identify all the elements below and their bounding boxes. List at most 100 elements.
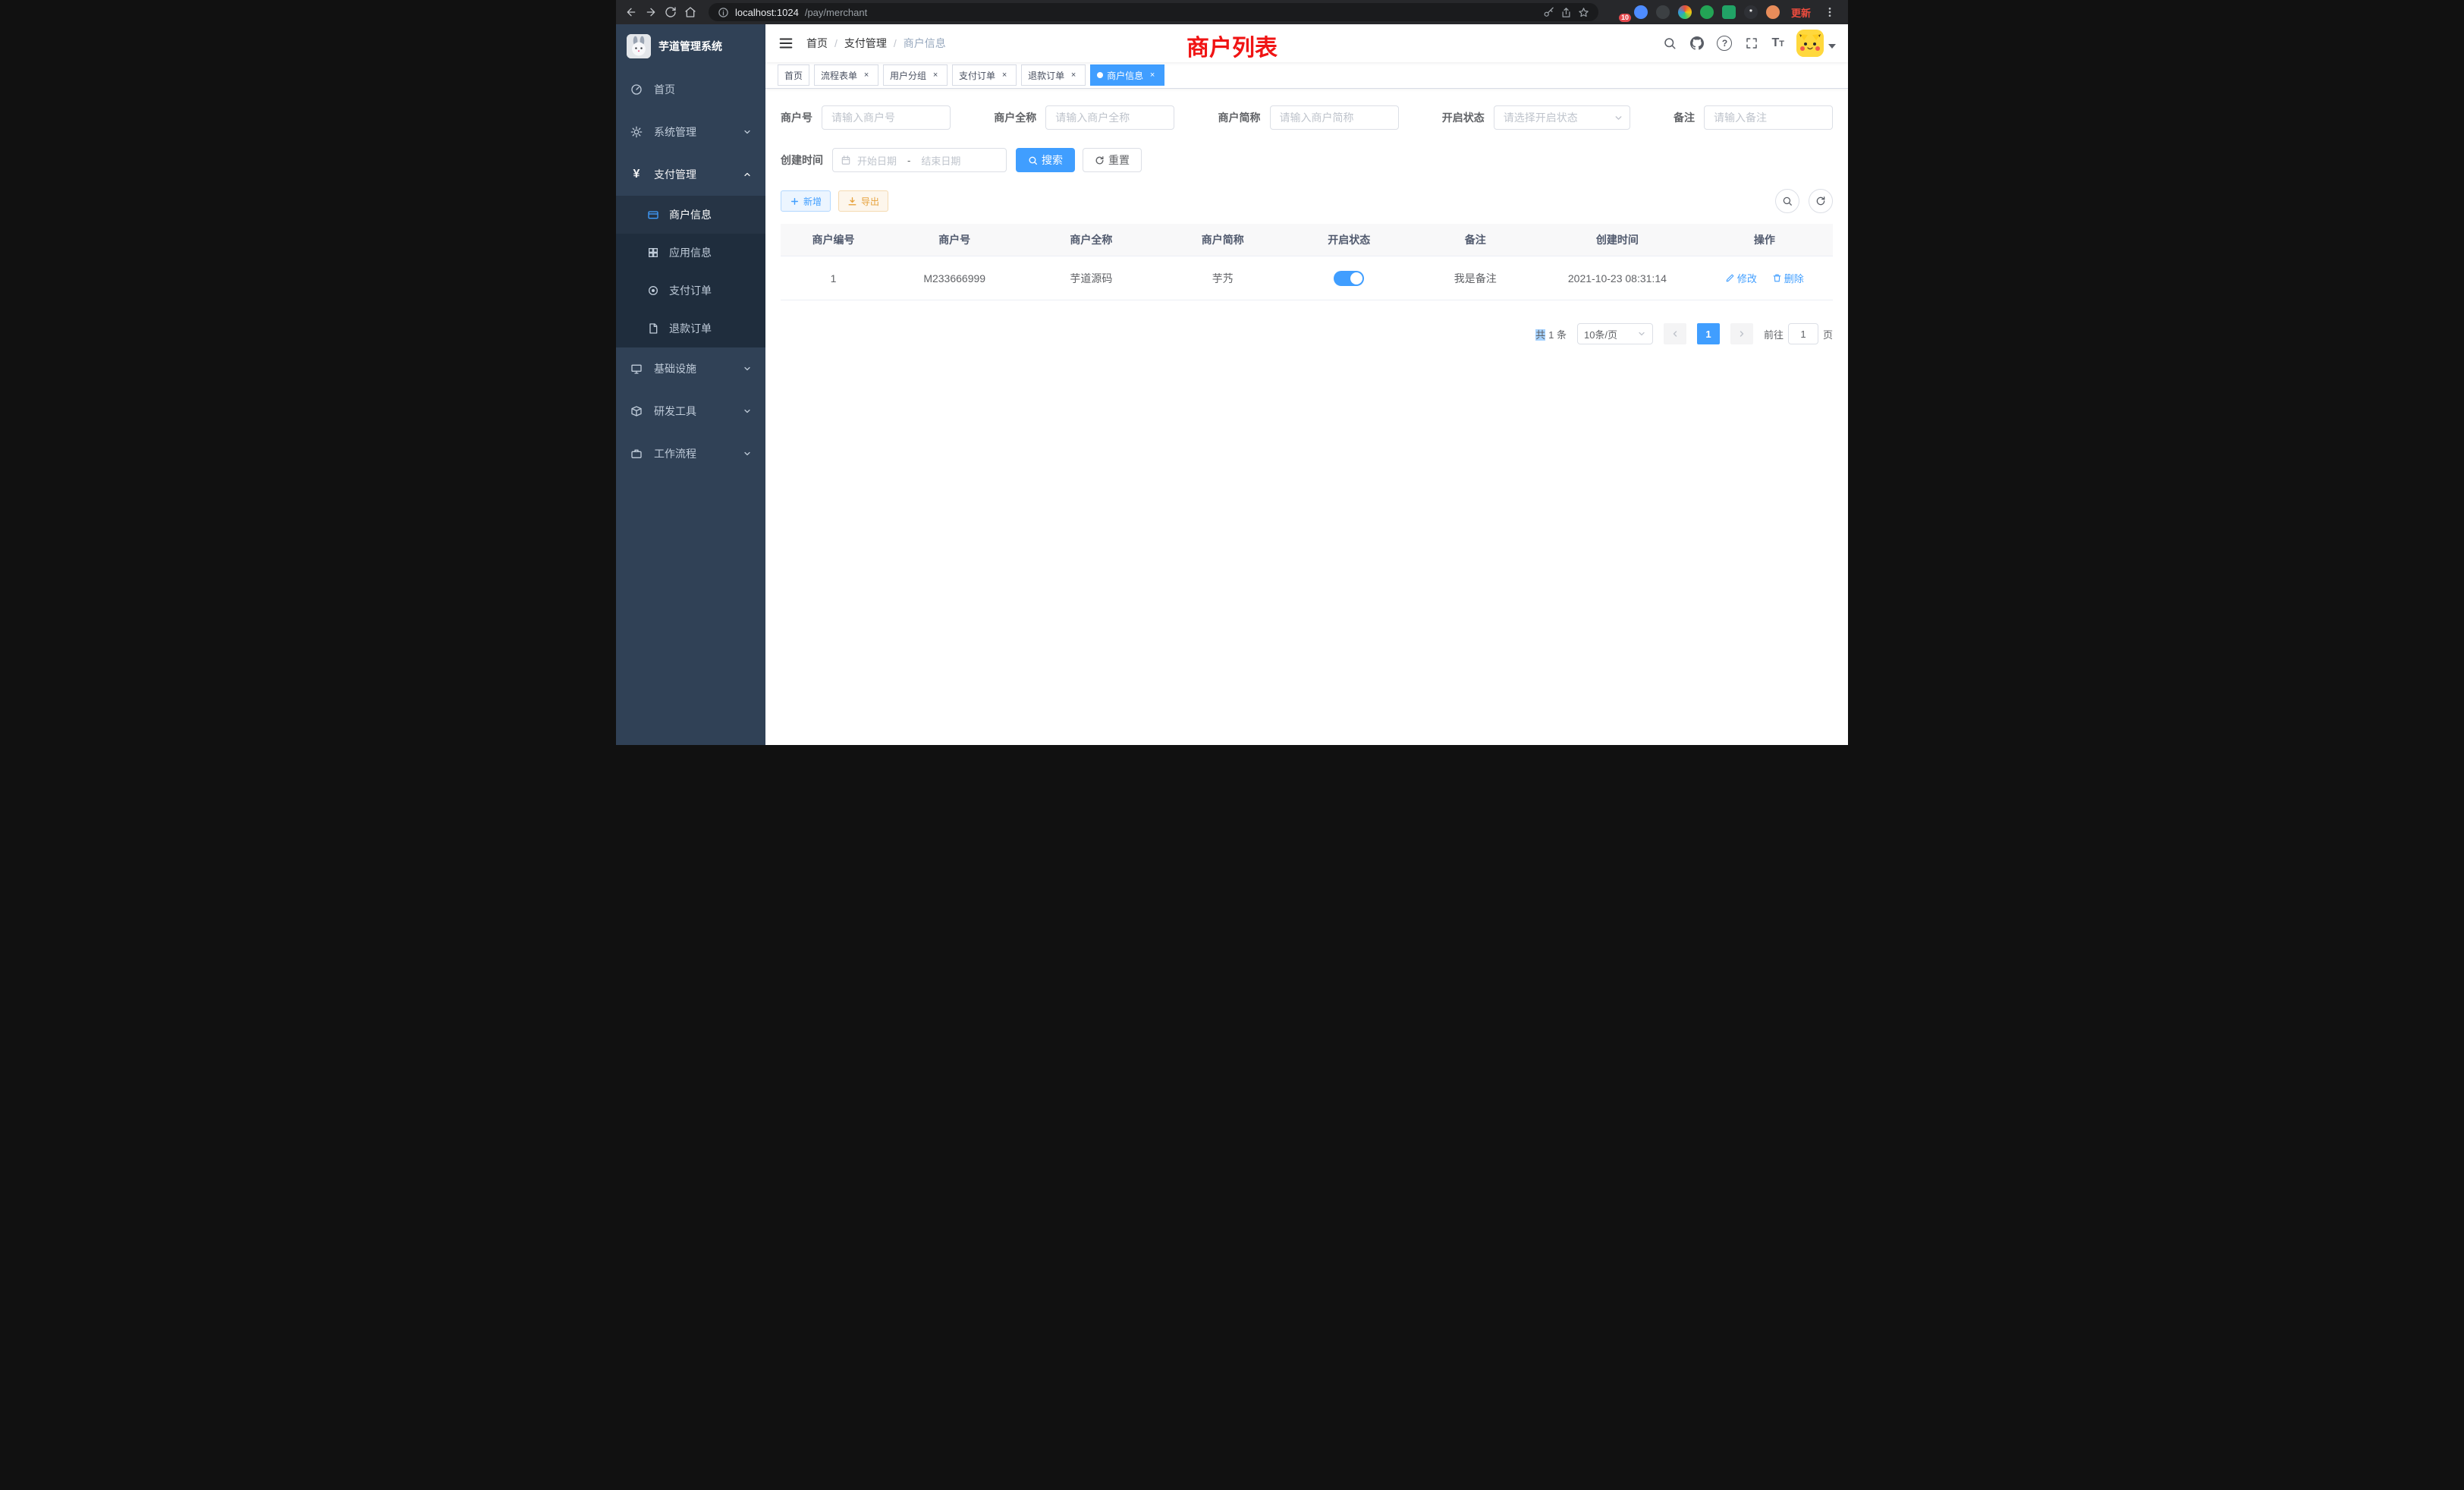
app-title: 芋道管理系统: [658, 39, 722, 54]
fullscreen-icon[interactable]: [1744, 36, 1759, 51]
merchant-no-label: 商户号: [781, 110, 812, 125]
date-separator: -: [903, 155, 915, 166]
breadcrumb: 首页 / 支付管理 / 商户信息: [806, 36, 946, 51]
content: 商户号 商户全称 商户简称 开启状态 请选择开启状态: [765, 89, 1848, 745]
search-form-row-1: 商户号 商户全称 商户简称 开启状态 请选择开启状态: [781, 105, 1833, 130]
extension-dark-icon[interactable]: [1656, 5, 1670, 19]
extension-grid-icon[interactable]: 10: [1612, 5, 1626, 19]
export-button[interactable]: 导出: [838, 190, 888, 212]
refresh-icon[interactable]: [1809, 189, 1833, 213]
tab-user-group[interactable]: 用户分组: [883, 64, 948, 86]
breadcrumb-payment[interactable]: 支付管理: [844, 36, 887, 51]
share-icon[interactable]: [1560, 7, 1572, 18]
chevron-down-icon: [1614, 113, 1623, 123]
merchant-no-input[interactable]: [822, 105, 951, 130]
breadcrumb-current: 商户信息: [904, 36, 946, 51]
cell-short-name: 芋艿: [1160, 256, 1287, 300]
date-range-picker[interactable]: 开始日期 - 结束日期: [832, 148, 1007, 172]
pagination-total: 共1 条: [1535, 327, 1567, 341]
browser-update-button[interactable]: 更新: [1788, 5, 1814, 20]
sidebar-item-home[interactable]: 首页: [616, 68, 765, 111]
pagination-jumper: 前往 页: [1764, 323, 1833, 344]
merchant-shortname-input[interactable]: [1270, 105, 1399, 130]
close-icon[interactable]: [930, 70, 941, 80]
page-number-button[interactable]: 1: [1697, 323, 1720, 344]
prev-page-button[interactable]: [1664, 323, 1686, 344]
sidebar-item-system[interactable]: 系统管理: [616, 111, 765, 153]
url-path: /pay/merchant: [805, 7, 867, 18]
logo-avatar-icon: [627, 34, 651, 58]
page-size-select[interactable]: 10条/页: [1577, 323, 1653, 344]
breadcrumb-home[interactable]: 首页: [806, 36, 828, 51]
hamburger-icon[interactable]: [778, 35, 794, 52]
goto-page-input[interactable]: [1788, 323, 1818, 344]
browser-forward-icon[interactable]: [643, 5, 658, 20]
grid-icon: [646, 246, 660, 259]
user-avatar-menu[interactable]: [1796, 30, 1836, 57]
extension-green-icon[interactable]: [1700, 5, 1714, 19]
status-select[interactable]: 请选择开启状态: [1494, 105, 1630, 130]
merchant-fullname-input[interactable]: [1045, 105, 1174, 130]
search-icon[interactable]: [1662, 36, 1677, 51]
app: 芋道管理系统 首页 系统管理: [616, 24, 1848, 745]
sidebar-item-dev-tools[interactable]: 研发工具: [616, 390, 765, 432]
navbar-actions: [1662, 30, 1836, 57]
col-remark: 备注: [1413, 224, 1539, 256]
delete-button[interactable]: 删除: [1772, 271, 1804, 285]
edit-button[interactable]: 修改: [1725, 271, 1757, 285]
site-info-icon[interactable]: [718, 7, 729, 18]
address-bar[interactable]: localhost:1024/pay/merchant: [709, 3, 1598, 21]
bookmark-star-icon[interactable]: [1578, 7, 1589, 18]
extension-pinwheel-icon[interactable]: *: [1744, 5, 1758, 19]
password-key-icon[interactable]: [1543, 7, 1554, 18]
gear-icon: [630, 125, 643, 139]
chevron-down-icon: [743, 449, 752, 458]
next-page-button[interactable]: [1730, 323, 1753, 344]
toggle-search-icon[interactable]: [1775, 189, 1799, 213]
sidebar-item-workflow[interactable]: 工作流程: [616, 432, 765, 475]
sidebar-item-app-info[interactable]: 应用信息: [616, 234, 765, 272]
sidebar-item-infra[interactable]: 基础设施: [616, 347, 765, 390]
tags-view: 首页 流程表单 用户分组 支付订单 退款订单 商户信息: [765, 62, 1848, 89]
tab-refund-order[interactable]: 退款订单: [1021, 64, 1086, 86]
extension-sheet-icon[interactable]: [1722, 5, 1736, 19]
search-button[interactable]: 搜索: [1016, 148, 1075, 172]
sidebar-item-label: 退款订单: [669, 321, 712, 336]
browser-reload-icon[interactable]: [663, 5, 678, 20]
sidebar-item-label: 首页: [654, 82, 675, 97]
help-icon[interactable]: [1717, 36, 1732, 51]
tab-process-form[interactable]: 流程表单: [814, 64, 878, 86]
col-merchant-no: 商户号: [886, 224, 1023, 256]
status-toggle[interactable]: [1334, 271, 1364, 286]
app-logo[interactable]: 芋道管理系统: [616, 24, 765, 68]
extension-color-icon[interactable]: [1678, 5, 1692, 19]
close-icon[interactable]: [861, 70, 872, 80]
extension-avatar-icon[interactable]: [1766, 5, 1780, 19]
close-icon[interactable]: [1147, 70, 1158, 80]
sidebar-item-payment[interactable]: 支付管理: [616, 153, 765, 196]
cell-actions: 修改 删除: [1696, 256, 1833, 300]
tab-home[interactable]: 首页: [778, 64, 809, 86]
close-icon[interactable]: [999, 70, 1010, 80]
sidebar-item-label: 研发工具: [654, 404, 696, 419]
remark-input[interactable]: [1704, 105, 1833, 130]
font-size-icon[interactable]: [1771, 37, 1784, 49]
browser-home-icon[interactable]: [683, 5, 698, 20]
close-icon[interactable]: [1068, 70, 1079, 80]
sidebar-item-pay-order[interactable]: 支付订单: [616, 272, 765, 310]
add-button[interactable]: 新增: [781, 190, 831, 212]
sidebar-item-label: 支付订单: [669, 283, 712, 298]
create-time-label: 创建时间: [781, 152, 823, 168]
sidebar-item-refund-order[interactable]: 退款订单: [616, 310, 765, 347]
extension-drop-icon[interactable]: [1634, 5, 1648, 19]
github-icon[interactable]: [1689, 36, 1705, 51]
reset-button[interactable]: 重置: [1083, 148, 1142, 172]
kebab-menu-icon[interactable]: [1822, 5, 1837, 20]
col-full-name: 商户全称: [1023, 224, 1159, 256]
sidebar-item-merchant-info[interactable]: 商户信息: [616, 196, 765, 234]
chevron-down-icon: [743, 127, 752, 137]
browser-back-icon[interactable]: [624, 5, 639, 20]
tab-pay-order[interactable]: 支付订单: [952, 64, 1017, 86]
tab-merchant-info[interactable]: 商户信息: [1090, 64, 1164, 86]
briefcase-icon: [630, 447, 643, 461]
